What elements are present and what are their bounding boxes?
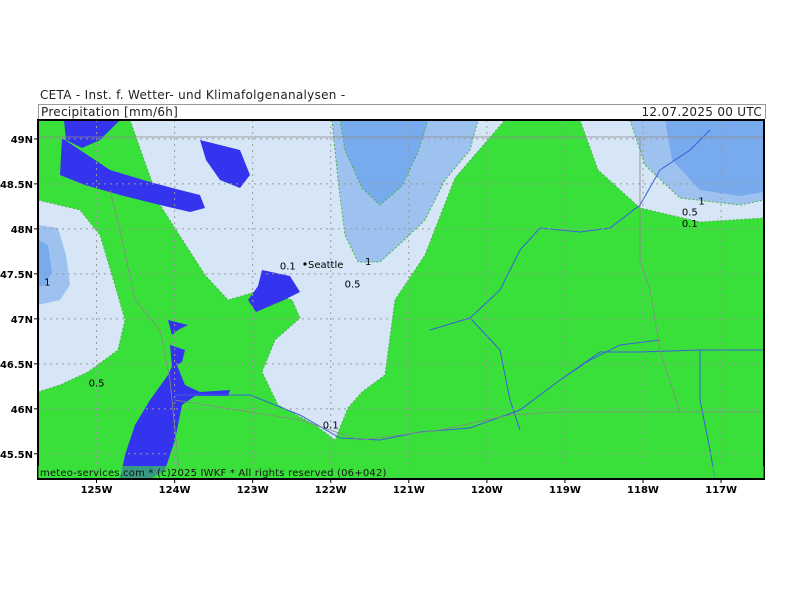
contour-label: 0.5 [682,207,698,218]
lat-tick-label: 48.5N [0,180,33,191]
lat-tick-label: 47N [11,315,33,326]
lon-tick-label: 124W [159,485,191,496]
city-seattle: Seattle [303,260,343,271]
contour-label: 0.1 [682,219,698,230]
lat-tick-label: 49N [11,135,33,146]
lon-tick-label: 117W [705,485,737,496]
lon-tick-label: 119W [549,485,581,496]
lon-tick-label: 121W [393,485,425,496]
city-label: Seattle [308,260,343,271]
contour-label: 1 [698,197,704,208]
contour-label: 1 [365,257,371,268]
copyright-footer: meteo-services.com * (c)2025 IWKF * All … [40,468,387,479]
lat-tick-label: 46.5N [0,360,33,371]
lat-tick-label: 45.5N [0,450,33,461]
contour-label: 1 [44,278,50,289]
lat-tick-label: 46N [11,405,33,416]
lon-tick-label: 123W [237,485,269,496]
contour-label: 0.5 [345,279,361,290]
lat-tick-label: 47.5N [0,270,33,281]
precipitation-map: 0.1 10.510.50.110.50.1 Seattle 49N48.5N48… [0,119,765,496]
lon-tick-label: 118W [627,485,659,496]
contour-label: 0.1 [280,261,296,272]
lon-tick-label: 120W [471,485,503,496]
lat-tick-label: 48N [11,225,33,236]
contour-label: 0.5 [89,378,105,389]
lon-tick-label: 122W [315,485,347,496]
contour-label: 0.1 [323,421,339,432]
lon-tick-label: 125W [81,485,113,496]
